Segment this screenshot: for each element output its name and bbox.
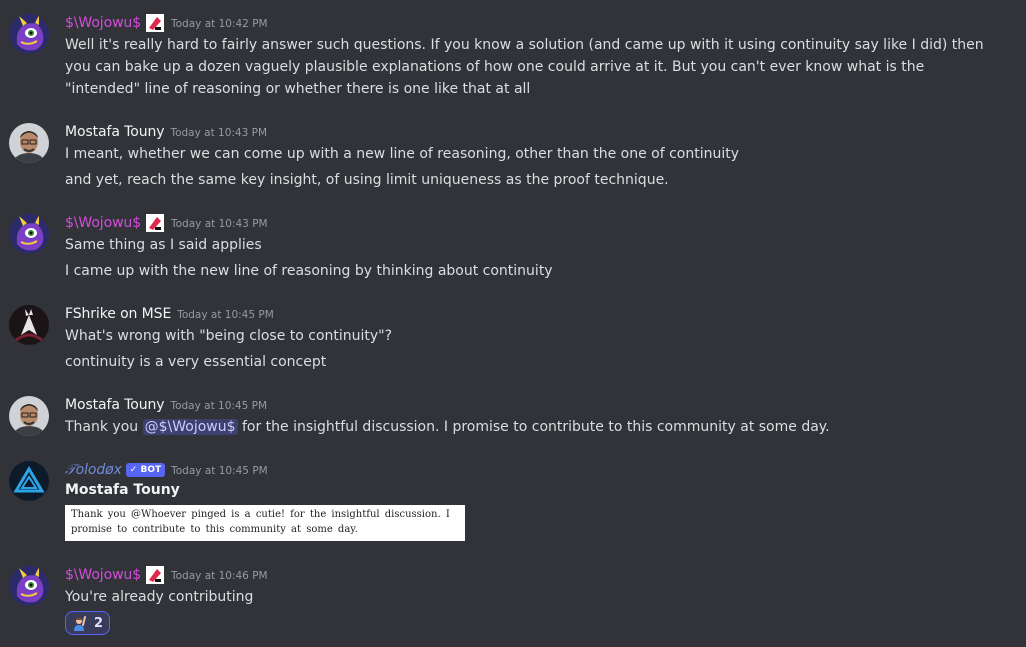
person-avatar-icon xyxy=(9,123,49,163)
message-text: I meant, whether we can come up with a n… xyxy=(65,146,740,162)
latex-render-text: Thank you @Whoever pinged is a cutie! fo… xyxy=(71,509,450,535)
username[interactable]: $\Wojowu$ xyxy=(65,567,141,583)
user-avatar-mostafa[interactable] xyxy=(9,123,49,163)
shrike-avatar-icon xyxy=(9,305,49,345)
latex-render-image[interactable]: Thank you @Whoever pinged is a cutie! fo… xyxy=(65,505,465,541)
embed-title: Mostafa Touny xyxy=(65,482,180,498)
timestamp[interactable]: Today at 10:45 PM xyxy=(170,398,267,412)
user-mention[interactable]: @$\Wojowu$ xyxy=(142,419,238,435)
message-text-part: for the insightful discussion. I promise… xyxy=(237,419,830,435)
message-text: I came up with the new line of reasoning… xyxy=(65,263,553,279)
message-text: You're already contributing xyxy=(65,589,254,605)
person-raising-hand-emoji-icon xyxy=(72,615,88,631)
username[interactable]: Mostafa Touny xyxy=(65,397,165,413)
message-text: continuity is a very essential concept xyxy=(65,354,327,370)
username[interactable]: Mostafa Touny xyxy=(65,124,165,140)
dragon-avatar-icon xyxy=(9,14,49,54)
timestamp[interactable]: Today at 10:43 PM xyxy=(170,125,267,139)
chat-log: $\Wojowu$ Today at 10:42 PM Well it's re… xyxy=(0,0,1026,647)
username[interactable]: $\Wojowu$ xyxy=(65,15,141,31)
username[interactable]: $\Wojowu$ xyxy=(65,215,141,231)
red-arrow-role-icon xyxy=(146,214,164,232)
user-avatar-wojowu[interactable] xyxy=(9,214,49,254)
triangle-logo-icon xyxy=(9,461,49,501)
dragon-avatar-icon xyxy=(9,566,49,606)
reaction-button[interactable]: 2 xyxy=(65,611,111,635)
user-avatar-mostafa[interactable] xyxy=(9,396,49,436)
user-avatar-fshrike[interactable] xyxy=(9,305,49,345)
timestamp[interactable]: Today at 10:46 PM xyxy=(171,568,268,582)
username[interactable]: 𝒯olodøx xyxy=(65,462,122,478)
dragon-avatar-icon xyxy=(9,214,49,254)
role-icon xyxy=(145,565,165,585)
username[interactable]: FShrike on MSE xyxy=(65,306,171,322)
red-arrow-role-icon xyxy=(146,566,164,584)
timestamp[interactable]: Today at 10:45 PM xyxy=(171,463,268,477)
message-text: What's wrong with "being close to contin… xyxy=(65,328,393,344)
bot-tag: ✓ BOT xyxy=(125,463,166,477)
role-icon xyxy=(145,213,165,233)
reaction-count: 2 xyxy=(94,615,104,631)
user-avatar-wojowu[interactable] xyxy=(9,14,49,54)
timestamp[interactable]: Today at 10:42 PM xyxy=(171,16,268,30)
message-text: Same thing as I said applies xyxy=(65,237,262,253)
red-arrow-role-icon xyxy=(146,14,164,32)
timestamp[interactable]: Today at 10:43 PM xyxy=(171,216,268,230)
user-avatar-wojowu[interactable] xyxy=(9,566,49,606)
role-icon xyxy=(145,13,165,33)
message-text-part: Thank you xyxy=(65,419,143,435)
message-text: Well it's really hard to fairly answer s… xyxy=(65,37,984,97)
message-text: Thank you @$\Wojowu$ for the insightful … xyxy=(65,416,995,438)
message-text: and yet, reach the same key insight, of … xyxy=(65,172,669,188)
bot-avatar[interactable] xyxy=(9,461,49,501)
person-avatar-icon xyxy=(9,396,49,436)
timestamp[interactable]: Today at 10:45 PM xyxy=(177,307,274,321)
